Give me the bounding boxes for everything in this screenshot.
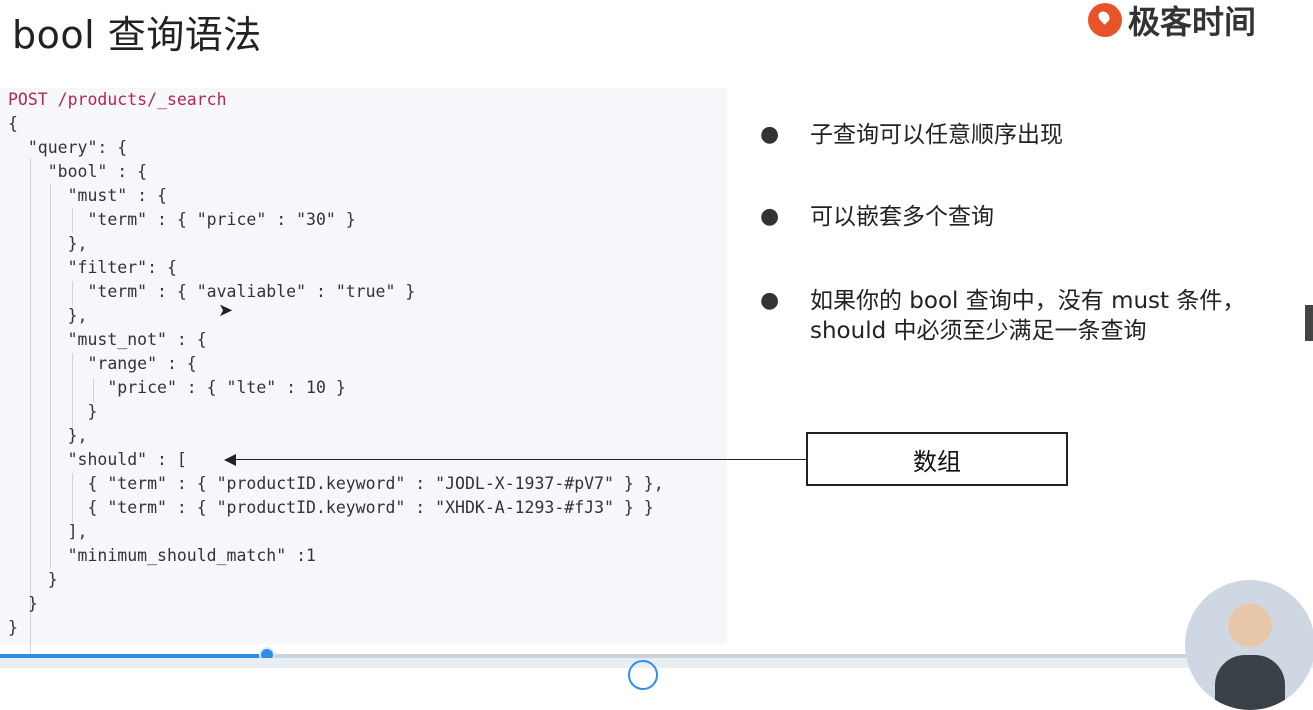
code-line: "minimum_should_match" :1 — [8, 546, 316, 565]
bullet-item: ● 可以嵌套多个查询 — [760, 202, 1300, 232]
code-line: POST /products/_search — [8, 90, 227, 109]
code-line: }, — [8, 306, 88, 325]
code-line: { — [8, 114, 18, 133]
code-line: "term" : { "price" : "30" } — [8, 210, 356, 229]
bullet-dot-icon: ● — [760, 204, 780, 229]
bullet-text: 如果你的 bool 查询中，没有 must 条件，should 中必须至少满足一… — [810, 288, 1246, 344]
bullet-text: 子查询可以任意顺序出现 — [810, 122, 1063, 148]
side-tab[interactable] — [1305, 305, 1313, 341]
code-line: "price" : { "lte" : 10 } — [8, 378, 346, 397]
code-line: "term" : { "avaliable" : "true" } — [8, 282, 416, 301]
code-line: "must" : { — [8, 186, 167, 205]
code-line: "must_not" : { — [8, 330, 207, 349]
code-line: ], — [8, 522, 88, 541]
code-line: "should" : [ — [8, 450, 187, 469]
arrow-left-icon — [224, 454, 236, 466]
code-line: }, — [8, 426, 88, 445]
presenter-shirt — [1215, 655, 1285, 710]
code-line: } — [8, 618, 18, 637]
code-line: } — [8, 594, 38, 613]
brand-logo: 极客时间 — [1088, 0, 1257, 41]
code-line: { "term" : { "productID.keyword" : "XHDK… — [8, 498, 654, 517]
player-controls — [0, 658, 1313, 668]
code-line: { "term" : { "productID.keyword" : "JODL… — [8, 474, 664, 493]
bullet-item: ● 如果你的 bool 查询中，没有 must 条件，should 中必须至少满… — [760, 286, 1300, 346]
callout-box: 数组 — [806, 432, 1068, 486]
presenter-video — [1185, 580, 1313, 710]
bullet-dot-icon: ● — [760, 122, 780, 147]
code-line: "filter": { — [8, 258, 177, 277]
mouse-cursor-icon: ➤ — [218, 300, 234, 321]
code-line: } — [8, 570, 58, 589]
code-line: "bool" : { — [8, 162, 148, 181]
code-line: "query": { — [8, 138, 128, 157]
play-button[interactable] — [628, 660, 658, 690]
code-line: "range" : { — [8, 354, 197, 373]
bullet-text: 可以嵌套多个查询 — [810, 204, 994, 230]
arrow-line — [232, 459, 806, 460]
brand-logo-text: 极客时间 — [1128, 3, 1257, 41]
bullet-dot-icon: ● — [760, 288, 780, 313]
slide-title: bool 查询语法 — [12, 13, 262, 57]
code-line: }, — [8, 234, 88, 253]
geek-time-logo-icon — [1088, 3, 1122, 37]
code-line: } — [8, 402, 98, 421]
bullet-item: ● 子查询可以任意顺序出现 — [760, 120, 1300, 150]
